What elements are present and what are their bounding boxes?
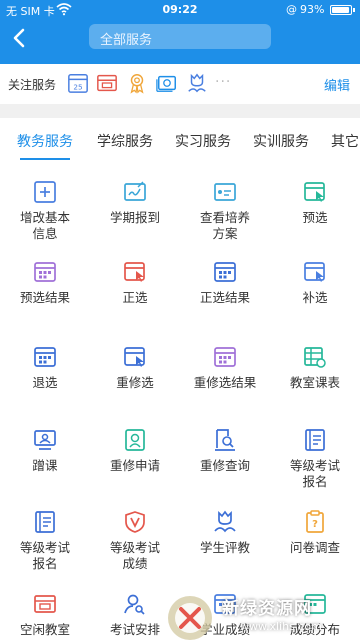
calendar-grid-icon — [34, 262, 56, 282]
search-input[interactable]: 全部服务 — [89, 24, 271, 49]
service-label: 等级考试 成绩 — [109, 540, 160, 571]
service-label: 补选 — [302, 290, 328, 305]
timetable-icon — [304, 347, 326, 368]
plan-icon — [214, 183, 236, 201]
award-icon[interactable] — [126, 72, 148, 94]
service-label: 退选 — [32, 375, 58, 390]
more-dots: ··· — [215, 74, 232, 90]
battery-percent: 93% — [300, 3, 325, 16]
rotation-lock-icon: @ — [286, 3, 297, 16]
portrait-icon — [125, 429, 145, 451]
box-icon — [34, 595, 56, 613]
service-label: 增改基本 信息 — [19, 210, 70, 241]
person-search-icon — [124, 594, 145, 615]
box-icon[interactable] — [96, 72, 118, 94]
notebook-icon — [305, 429, 325, 451]
calendar-touch-icon — [124, 347, 145, 367]
service-label: 正选结果 — [199, 290, 250, 305]
calendar-grid-icon — [34, 347, 56, 367]
money-icon[interactable] — [156, 72, 178, 94]
service-label: 预选结果 — [19, 290, 70, 305]
watermark-url: www.xlihs.com — [240, 620, 322, 633]
service-label: 问卷调查 — [289, 540, 340, 555]
battery-icon — [330, 5, 355, 15]
doc-search-icon — [215, 429, 235, 451]
tab-internship[interactable]: 实习服务 — [175, 131, 231, 151]
notebook-icon — [35, 511, 55, 533]
tab-other[interactable]: 其它 — [331, 131, 359, 151]
calendar-touch-icon — [304, 262, 325, 282]
tulip-icon — [214, 510, 236, 533]
service-label: 重修选 — [116, 375, 154, 390]
status-bar: 无 SIM 卡 09:22 @ 93% — [0, 0, 360, 20]
tab-academic[interactable]: 教务服务 — [17, 131, 73, 151]
service-label: 学生评教 — [199, 540, 250, 555]
questionnaire-icon: ? — [306, 510, 324, 533]
service-label: 重修选结果 — [193, 375, 257, 390]
monitor-person-icon — [34, 430, 56, 450]
service-grid: 增改基本 信息 学期报到 查看培养 方案 预选 预选结果 正选 正选结果 补选 … — [0, 162, 360, 640]
chevron-left-icon[interactable] — [6, 24, 34, 52]
shield-v-icon — [125, 511, 145, 533]
calendar-touch-icon — [304, 182, 325, 202]
service-label: 空闲教室 — [19, 622, 70, 637]
service-label: 查看培养 方案 — [199, 210, 250, 241]
service-label: 蹭课 — [32, 458, 58, 473]
tab-student-affairs[interactable]: 学综服务 — [97, 131, 153, 151]
calendar-grid-icon — [214, 347, 236, 367]
svg-text:?: ? — [312, 519, 318, 530]
followed-services-row: 关注服务 25 ··· 编辑 — [0, 64, 360, 104]
battery-level — [332, 7, 349, 13]
plus-square-icon — [34, 181, 56, 203]
tulip-icon[interactable] — [186, 72, 208, 94]
active-tab-indicator — [20, 158, 70, 160]
service-label: 等级考试 报名 — [19, 540, 70, 571]
service-label: 正选 — [122, 290, 148, 305]
service-label: 学期报到 — [109, 210, 160, 225]
watermark-text: 新绿资源网 — [222, 599, 312, 619]
calendar-25-icon[interactable]: 25 — [67, 72, 89, 94]
service-label: 重修查询 — [199, 458, 250, 473]
service-label: 预选 — [302, 210, 328, 225]
service-label: 等级考试 报名 — [289, 458, 340, 489]
service-label: 重修申请 — [109, 458, 160, 473]
tab-training[interactable]: 实训服务 — [253, 131, 309, 151]
service-label: 教室课表 — [289, 375, 340, 390]
signature-icon — [124, 181, 146, 201]
calendar-grid-icon — [214, 262, 236, 282]
service-tabs: 教务服务 学综服务 实习服务 实训服务 其它 — [0, 118, 360, 162]
calendar-day: 25 — [73, 82, 83, 91]
app-header: 无 SIM 卡 09:22 @ 93% 全部服务 — [0, 0, 360, 64]
section-divider — [0, 104, 360, 118]
followed-services-label: 关注服务 — [8, 78, 57, 92]
edit-button[interactable]: 编辑 — [324, 75, 350, 94]
calendar-touch-icon — [124, 262, 145, 282]
